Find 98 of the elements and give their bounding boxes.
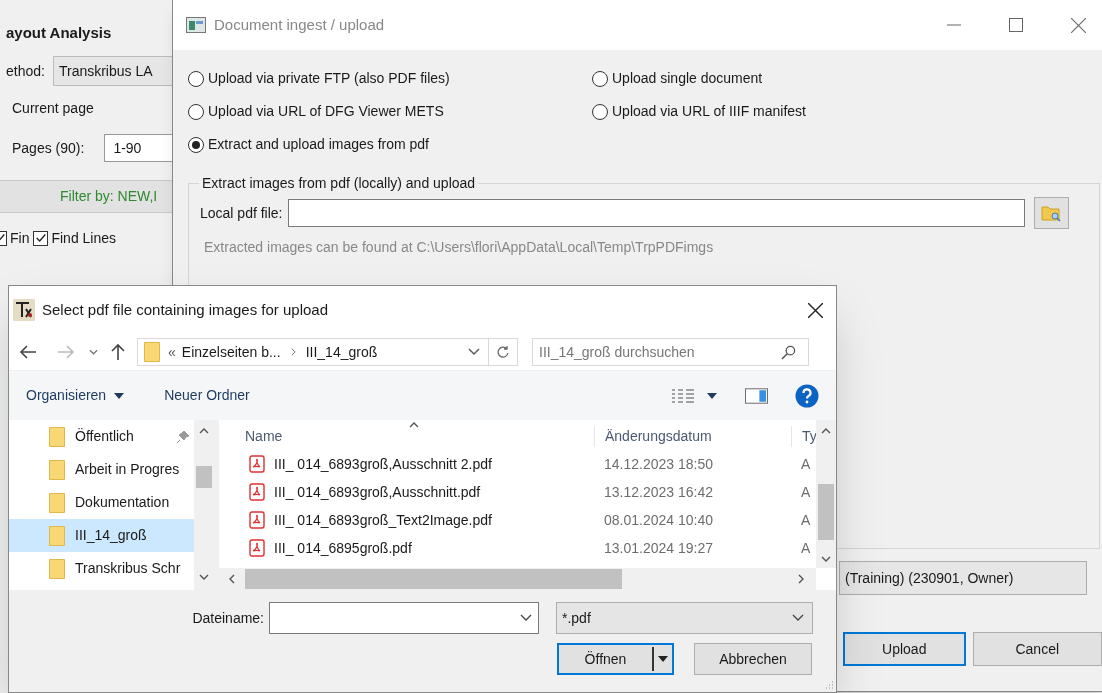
radio-label: Upload single document [612,69,763,88]
pdf-file-field[interactable] [287,199,1025,227]
radio-label: Extract and upload images from pdf [208,135,429,154]
preview-pane-icon[interactable] [745,387,768,404]
column-header[interactable]: Änderungsdatum [594,426,791,447]
radio-button[interactable] [188,103,204,120]
dialog-title: Select pdf file containing images for upload [42,299,328,320]
search-field[interactable]: III_14_groß durchsuchen [532,338,809,366]
address-bar[interactable]: « Einzelseiten b... III_14_groß [137,338,518,366]
folder-item[interactable]: Dokumentation [9,486,194,519]
dialog-button[interactable]: Cancel [972,632,1102,666]
pdf-icon [249,539,265,557]
checkbox-label: Find Lines [51,228,117,248]
maximize-icon[interactable] [1009,18,1023,32]
folder-icon [49,492,65,513]
folder-icon [49,426,65,447]
folder-item[interactable]: III_14_groß [9,519,194,552]
file-name[interactable]: III_ 014_6895groß.pdf [274,537,412,559]
file-name[interactable]: III_ 014_6893groß,Ausschnitt.pdf [274,481,481,503]
app-icon [13,299,35,321]
scrollbar-thumb[interactable] [818,484,834,540]
filename-field[interactable] [269,602,539,634]
back-arrow-icon[interactable] [19,345,37,359]
pdf-icon [249,455,265,473]
radio-button[interactable] [188,70,204,87]
up-arrow-icon[interactable] [111,343,125,361]
scrollbar[interactable] [816,420,836,568]
chevron-right-icon [290,348,296,356]
filename-label: Dateiname: [191,608,264,628]
dialog-button[interactable]: Abbrechen [694,643,812,675]
folder-icon [144,342,160,362]
checkbox[interactable] [33,230,49,246]
resize-grip-icon[interactable] [824,680,834,690]
scrollbar[interactable] [219,568,816,590]
dialog-button[interactable]: Upload [843,632,966,666]
dialog-button[interactable]: Öffnen [557,643,674,675]
folder-item[interactable]: Arbeit in Progres [9,453,194,486]
radio-label: Upload via private FTP (also PDF files) [208,69,450,88]
collection-field[interactable]: (Training) (230901, Owner) [839,561,1087,595]
file-name[interactable]: III_ 014_6893groß,Ausschnitt 2.pdf [274,453,492,475]
breadcrumb-item[interactable]: Einzelseiten b... [181,341,281,363]
file-type: A [801,538,811,558]
scroll-up-icon[interactable] [199,426,209,436]
caret-icon [114,392,125,399]
radio-button[interactable] [592,70,608,87]
folder-item[interactable]: Öffentlich [9,420,194,453]
scroll-right-icon[interactable] [796,574,806,584]
column-header[interactable]: Name [219,426,594,447]
modified-date: 08.01.2024 10:40 [603,510,714,530]
panel-title: ayout Analysis [6,22,112,43]
dropdown-chevron-icon[interactable] [89,349,98,355]
radio-label: Upload via URL of DFG Viewer METS [208,102,444,121]
scroll-down-icon[interactable] [821,554,831,564]
new-folder-button[interactable]: Neuer Ordner [164,385,250,406]
file-type-dropdown[interactable]: *.pdf [556,602,813,634]
folder-item[interactable]: Transkribus Schr [9,552,194,585]
breadcrumb-item[interactable]: III_14_groß [305,341,378,363]
dropdown-chevron-icon [520,614,532,622]
scroll-left-icon[interactable] [227,574,237,584]
breadcrumb-separator: « [168,342,176,362]
scroll-up-icon[interactable] [821,426,831,436]
modified-date: 13.12.2023 16:42 [603,482,714,502]
folder-search-icon [1041,204,1061,222]
window-title: Document ingest / upload [214,14,385,35]
file-type: A [801,482,811,502]
dropdown-chevron-icon[interactable] [468,348,480,356]
caret-icon [658,656,668,662]
pages-label: Pages (90): [12,138,85,158]
radio-button[interactable] [188,136,204,153]
scroll-down-icon[interactable] [199,572,209,582]
search-icon [781,344,796,360]
field-label: Local pdf file: [200,203,283,223]
scrollbar-thumb[interactable] [245,569,622,589]
caret-icon[interactable] [707,392,717,399]
checkbox-label: Fin [10,228,30,248]
current-page-option[interactable]: Current page [12,97,94,119]
sort-up-icon[interactable] [409,420,419,430]
help-icon[interactable] [795,383,819,408]
modified-date: 14.12.2023 18:50 [603,454,714,474]
folder-icon [49,558,65,579]
file-type: A [801,454,811,474]
window-icon [186,17,206,33]
radio-label: Upload via URL of IIIF manifest [612,102,806,121]
refresh-icon[interactable] [496,345,510,359]
folder-icon [49,525,65,546]
folder-icon [49,459,65,480]
dropdown-chevron-icon [792,614,804,622]
pdf-icon [249,483,265,501]
close-icon[interactable] [808,302,823,318]
scrollbar-thumb[interactable] [196,466,212,488]
method-label: ethod: [6,61,45,81]
organize-menu[interactable]: Organisieren [26,385,125,406]
radio-button[interactable] [592,103,608,120]
hint-text: Extracted images can be found at C:\Users\flori\AppData\Local\Temp\TrpPDFimgs [204,239,714,255]
file-type: A [801,510,811,530]
pdf-icon [249,511,265,529]
file-name[interactable]: III_ 014_6893groß_Text2Image.pdf [274,509,492,531]
modified-date: 13.01.2024 19:27 [603,538,714,558]
